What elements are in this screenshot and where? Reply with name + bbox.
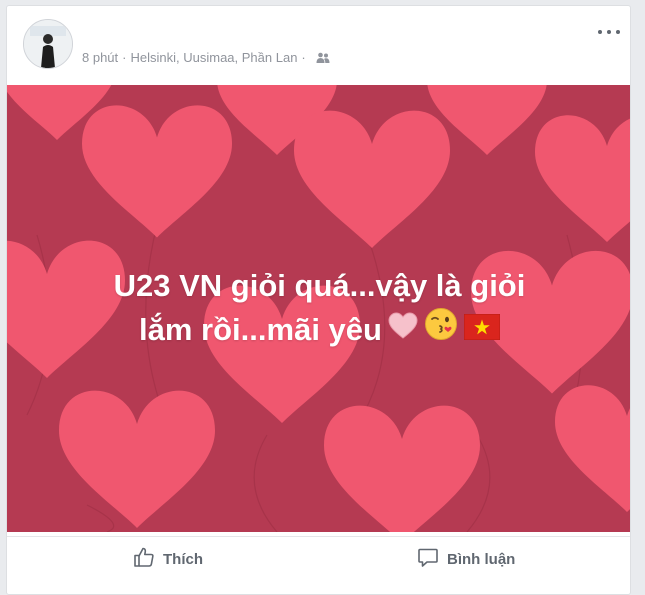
- vietnam-flag-icon: [463, 309, 501, 351]
- more-options-button[interactable]: [598, 26, 620, 38]
- post-text-line-2: lắm rồi...mãi yêu: [139, 311, 382, 347]
- friends-icon[interactable]: [316, 52, 330, 64]
- comment-label: Bình luận: [447, 550, 516, 568]
- post-text-line-1: U23 VN giỏi quá...vậy là giỏi: [113, 268, 526, 303]
- post-header: 8 phút · Helsinki, Uusimaa, Phần Lan ·: [7, 6, 630, 86]
- like-label: Thích: [163, 550, 203, 568]
- post-location[interactable]: Helsinki, Uusimaa, Phần Lan: [131, 50, 298, 65]
- post-meta: 8 phút · Helsinki, Uusimaa, Phần Lan ·: [82, 50, 330, 65]
- dot-icon: [607, 30, 611, 34]
- thumbs-up-icon: [133, 546, 155, 572]
- dot-icon: [616, 30, 620, 34]
- meta-separator: ·: [122, 50, 127, 65]
- post-card: 8 phút · Helsinki, Uusimaa, Phần Lan · U…: [6, 5, 631, 595]
- comment-icon: [417, 546, 439, 572]
- comment-button[interactable]: Bình luận: [417, 545, 515, 573]
- post-text: U23 VN giỏi quá...vậy là giỏi lắm rồi...…: [7, 265, 630, 352]
- kissing-face-icon: [424, 307, 458, 352]
- post-actions: Thích Bình luận: [7, 536, 630, 581]
- meta-separator: ·: [301, 50, 306, 65]
- avatar-image: [24, 20, 72, 68]
- post-time[interactable]: 8 phút: [82, 50, 118, 65]
- avatar[interactable]: [23, 19, 73, 69]
- like-button[interactable]: Thích: [133, 545, 203, 573]
- post-background: U23 VN giỏi quá...vậy là giỏi lắm rồi...…: [7, 85, 630, 532]
- dot-icon: [598, 30, 602, 34]
- pink-heart-icon: [388, 309, 418, 351]
